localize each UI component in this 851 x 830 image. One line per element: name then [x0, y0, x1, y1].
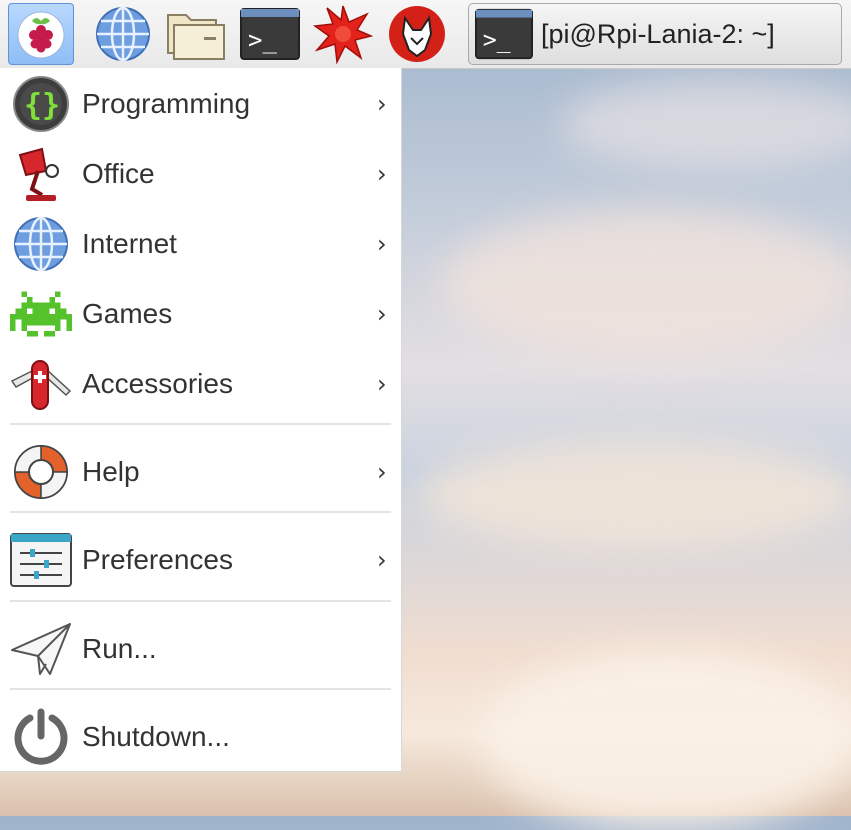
file-manager-launcher[interactable]: [165, 4, 227, 64]
menu-item-label: Programming: [82, 88, 251, 119]
menu-separator: [10, 423, 391, 425]
terminal-task-button[interactable]: >_ [pi@Rpi-Lania-2: ~]: [468, 3, 842, 65]
wolfram-launcher[interactable]: [386, 4, 448, 64]
preferences-icon: [10, 529, 72, 591]
submenu-chevron-icon: ›: [377, 90, 387, 118]
paper-plane-icon: [10, 618, 72, 680]
task-title: [pi@Rpi-Lania-2: ~]: [541, 18, 775, 49]
menu-item-internet[interactable]: Internet ›: [0, 211, 402, 277]
menu-separator: [10, 511, 391, 513]
mathematica-icon: [313, 5, 373, 64]
submenu-chevron-icon: ›: [377, 458, 387, 486]
lifebuoy-icon: [10, 441, 72, 503]
submenu-chevron-icon: ›: [377, 230, 387, 258]
submenu-chevron-icon: ›: [377, 370, 387, 398]
applications-menu-button[interactable]: [8, 3, 74, 65]
terminal-launcher[interactable]: >_: [239, 4, 301, 64]
web-browser-icon: [96, 6, 150, 62]
menu-separator: [10, 688, 391, 690]
menu-item-programming[interactable]: {} Programming ›: [0, 71, 402, 137]
menu-item-preferences[interactable]: Preferences ›: [0, 527, 402, 593]
submenu-chevron-icon: ›: [377, 300, 387, 328]
pocket-knife-icon: [10, 353, 72, 415]
menu-item-label: Shutdown...: [82, 721, 230, 752]
menu-item-games[interactable]: Games ›: [0, 281, 402, 347]
space-invader-icon: [10, 283, 72, 345]
menu-item-office[interactable]: Office ›: [0, 141, 402, 207]
power-icon: [10, 706, 72, 768]
terminal-icon: >_: [475, 8, 533, 60]
mathematica-launcher[interactable]: [312, 4, 374, 64]
svg-text:{}: {}: [24, 88, 60, 123]
menu-item-label: Internet: [82, 228, 177, 259]
programming-icon: {}: [10, 73, 72, 135]
menu-separator: [10, 600, 391, 602]
wallpaper-cloud: [420, 440, 851, 550]
menu-item-label: Office: [82, 158, 155, 189]
submenu-chevron-icon: ›: [377, 160, 387, 188]
svg-text:>_: >_: [483, 27, 511, 54]
menu-item-shutdown[interactable]: Shutdown...: [0, 704, 402, 770]
menu-item-label: Accessories: [82, 368, 233, 399]
taskbar: >_ >_ [pi@Rpi-Lania-2: ~]: [0, 0, 851, 69]
wallpaper-cloud: [560, 80, 851, 170]
file-manager-icon: [167, 14, 225, 60]
applications-menu: {} Programming › Office › Internet › Gam…: [0, 68, 402, 772]
wallpaper-cloud: [440, 210, 851, 360]
svg-text:>_: >_: [248, 26, 277, 54]
web-browser-launcher[interactable]: [92, 4, 154, 64]
terminal-icon: >_: [240, 8, 300, 60]
menu-item-help[interactable]: Help ›: [0, 439, 402, 505]
wallpaper-cloud: [480, 650, 851, 830]
globe-icon: [10, 213, 72, 275]
raspberry-menu-icon: [17, 11, 65, 59]
menu-item-label: Help: [82, 456, 140, 487]
menu-item-accessories[interactable]: Accessories ›: [0, 351, 402, 417]
wolfram-icon: [389, 6, 445, 62]
menu-item-run[interactable]: Run...: [0, 616, 402, 682]
menu-item-label: Run...: [82, 633, 157, 664]
office-lamp-icon: [10, 143, 72, 205]
menu-item-label: Games: [82, 298, 173, 329]
menu-item-label: Preferences: [82, 544, 233, 575]
submenu-chevron-icon: ›: [377, 546, 387, 574]
